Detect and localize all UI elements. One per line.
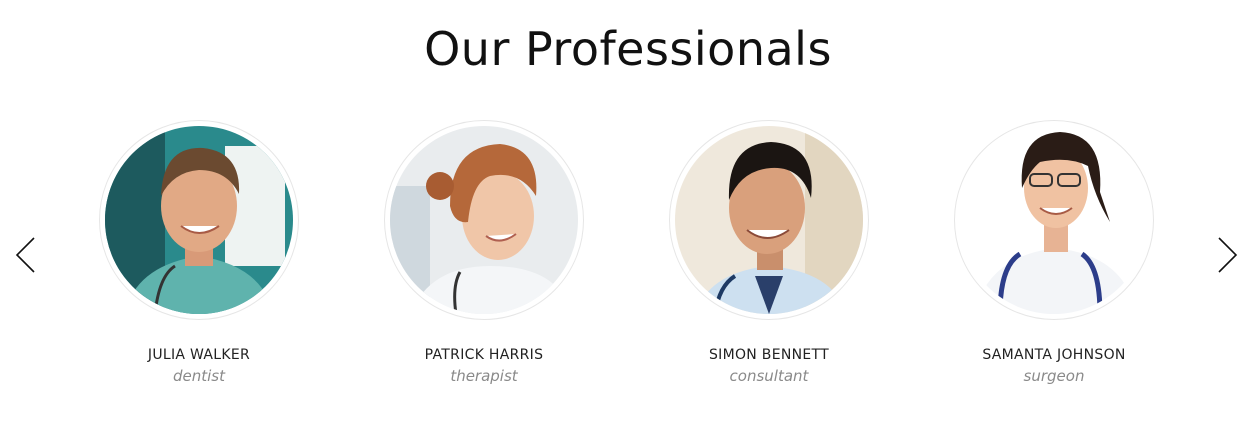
team-member-card: JULIA WALKER dentist [99, 120, 299, 385]
carousel-prev-button[interactable] [14, 236, 38, 274]
section-title: Our Professionals [424, 22, 832, 76]
member-name: JULIA WALKER [147, 347, 251, 363]
chevron-right-icon [1218, 237, 1238, 273]
team-member-card: SAMANTA JOHNSON surgeon [954, 120, 1154, 385]
member-photo[interactable] [669, 120, 869, 320]
chevron-left-icon [15, 237, 35, 273]
avatar [390, 126, 578, 314]
member-photo[interactable] [954, 120, 1154, 320]
member-name: SAMANTA JOHNSON [982, 347, 1126, 363]
member-photo[interactable] [384, 120, 584, 320]
member-role: dentist [172, 367, 225, 385]
team-member-card: PATRICK HARRIS therapist [384, 120, 584, 385]
member-role: consultant [729, 367, 809, 385]
avatar [105, 126, 293, 314]
member-role: surgeon [1023, 367, 1085, 385]
member-role: therapist [450, 367, 518, 385]
team-member-card: SIMON BENNETT consultant [669, 120, 869, 385]
avatar [675, 126, 863, 314]
member-name: PATRICK HARRIS [424, 347, 544, 363]
member-photo[interactable] [99, 120, 299, 320]
avatar [960, 126, 1148, 314]
carousel-next-button[interactable] [1215, 236, 1239, 274]
member-name: SIMON BENNETT [708, 347, 830, 363]
